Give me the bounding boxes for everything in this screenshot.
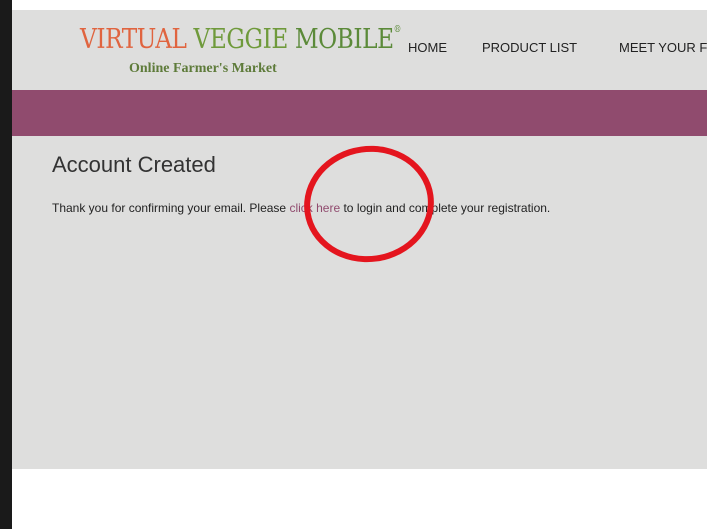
confirmation-message: Thank you for confirming your email. Ple… [52,201,550,215]
message-text-before: Thank you for confirming your email. Ple… [52,201,290,215]
logo-word-virtual: VIRTUAL [80,24,187,55]
browser-frame: VIRTUAL VEGGIE MOBILE® Online Farmer's M… [0,0,707,529]
site-logo[interactable]: VIRTUAL VEGGIE MOBILE® [80,24,402,55]
registered-mark: ® [393,25,402,35]
message-text-after: to login and complete your registration. [340,201,551,215]
window-border [0,0,12,529]
logo-word-veggie: VEGGIE [193,24,289,55]
top-strip [12,0,707,10]
logo-word-mobile: MOBILE [294,24,394,55]
accent-band [12,90,707,136]
logo-subtitle: Online Farmer's Market [129,61,277,76]
main-content: Account Created Thank you for confirming… [12,136,707,469]
nav-item-product-list[interactable]: PRODUCT LIST [482,40,577,55]
site-header: VIRTUAL VEGGIE MOBILE® Online Farmer's M… [12,10,707,90]
click-here-link[interactable]: click here [289,201,340,215]
page-title: Account Created [52,152,216,177]
nav-item-meet-your[interactable]: MEET YOUR F [619,40,707,55]
nav-item-home[interactable]: HOME [408,40,447,55]
